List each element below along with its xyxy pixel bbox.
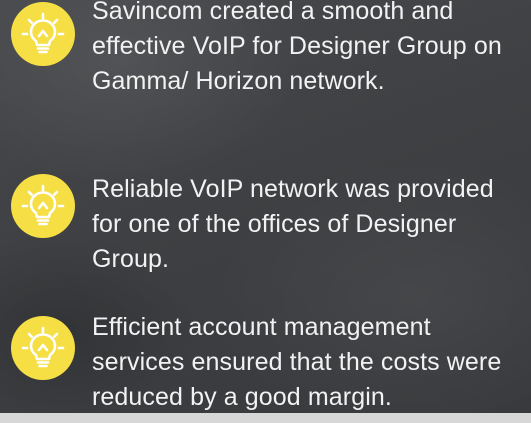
list-item-text: Efficient account management services en… [92,313,502,411]
list-item: Efficient account management services en… [0,313,531,415]
list-item: Savincom created a smooth and effective … [0,0,531,99]
lightbulb-icon [11,174,75,238]
list-item-text: Reliable VoIP network was provided for o… [92,175,494,273]
lightbulb-icon [11,2,75,66]
list-item: Reliable VoIP network was provided for o… [0,174,531,277]
lightbulb-icon [11,316,75,380]
list-item-text: Savincom created a smooth and effective … [92,0,502,95]
